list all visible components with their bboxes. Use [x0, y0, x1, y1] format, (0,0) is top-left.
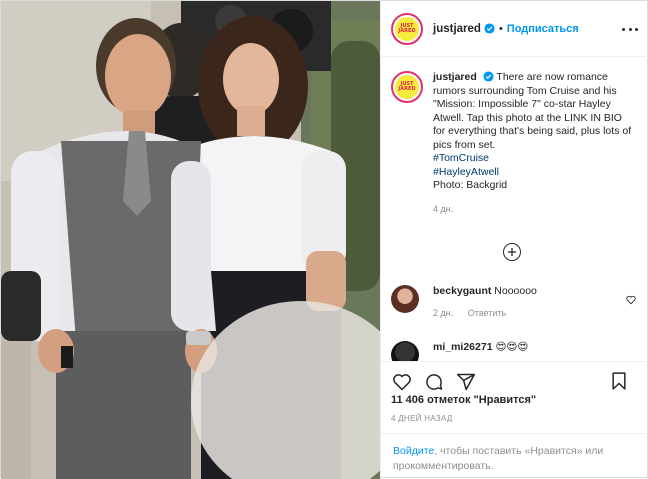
photo-credit: Photo: Backgrid	[433, 179, 508, 191]
more-options-icon[interactable]	[622, 21, 638, 37]
verified-badge-icon	[484, 23, 495, 34]
post-photo[interactable]	[1, 1, 380, 479]
reply-button[interactable]: Ответить	[468, 308, 506, 318]
comment-text: 😍😍😍	[495, 341, 529, 353]
save-bookmark-icon[interactable]	[608, 370, 630, 392]
likes-count[interactable]: 11 406 отметок "Нравится"	[391, 394, 536, 406]
post-photo-illustration	[1, 1, 380, 479]
separator-dot: •	[498, 22, 503, 35]
account-avatar[interactable]: JUST JARED	[391, 12, 423, 45]
post-caption: JUST JARED justjared There are now roman…	[391, 71, 640, 216]
caption-text-block: justjared There are now romance rumors s…	[433, 71, 633, 216]
comment-like-heart-icon[interactable]	[626, 295, 636, 305]
comments-section: JUST JARED justjared There are now roman…	[381, 57, 648, 361]
post-header: JUST JARED justjared • Подписаться	[381, 1, 648, 57]
comment-line: mi_mi26271 😍😍😍	[433, 341, 528, 354]
comment-item: mi_mi26271 😍😍😍	[391, 341, 528, 361]
comment-line: beckygaunt Noooooo	[433, 285, 537, 298]
just-jared-logo: JUST JARED	[395, 75, 419, 99]
commenter-username[interactable]: mi_mi26271	[433, 341, 493, 353]
comment-time: 2 дн.	[433, 308, 454, 318]
verified-badge-icon	[483, 71, 494, 82]
comment-body: beckygaunt Noooooo 2 дн. Ответить	[433, 285, 537, 318]
login-prompt: Войдите, чтобы поставить «Нравится» или …	[381, 433, 648, 479]
caption-avatar[interactable]: JUST JARED	[391, 71, 423, 103]
hashtag-link[interactable]: #HayleyAtwell	[433, 166, 633, 180]
post-sidebar: JUST JARED justjared • Подписаться JUST	[380, 1, 648, 479]
instagram-post: JUST JARED justjared • Подписаться JUST	[0, 0, 648, 479]
comment-bubble-icon[interactable]	[423, 371, 445, 393]
comment-meta: 2 дн. Ответить	[433, 308, 537, 318]
caption-username[interactable]: justjared	[433, 71, 477, 83]
commenter-username[interactable]: beckygaunt	[433, 285, 491, 297]
hashtag-link[interactable]: #TomCruise	[433, 152, 633, 166]
commenter-avatar[interactable]	[391, 285, 419, 313]
caption-logo-text-2: JARED	[398, 86, 416, 92]
like-heart-icon[interactable]	[391, 371, 413, 393]
just-jared-logo: JUST JARED	[395, 16, 419, 41]
comment-item: beckygaunt Noooooo 2 дн. Ответить	[391, 285, 537, 318]
post-date[interactable]: 4 ДНЕЙ НАЗАД	[391, 414, 453, 423]
commenter-avatar[interactable]	[391, 341, 419, 361]
account-username[interactable]: justjared	[433, 23, 481, 35]
load-more-comments-icon[interactable]	[503, 243, 521, 261]
follow-button[interactable]: Подписаться	[507, 23, 579, 35]
share-paper-plane-icon[interactable]	[455, 371, 477, 393]
comment-text: Noooooo	[494, 285, 537, 297]
comment-body: mi_mi26271 😍😍😍	[433, 341, 528, 361]
caption-time: 4 дн.	[433, 203, 454, 214]
login-link[interactable]: Войдите	[393, 445, 434, 457]
logo-text-2: JARED	[398, 27, 416, 34]
